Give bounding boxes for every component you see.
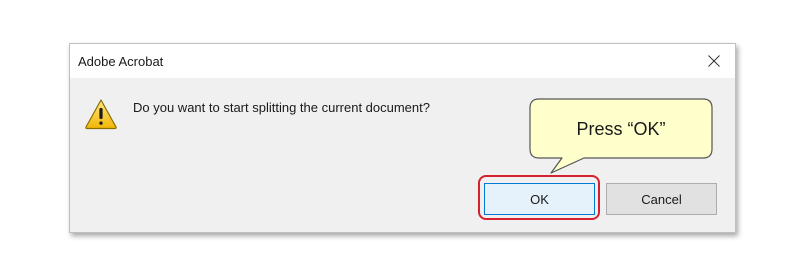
dialog-titlebar: Adobe Acrobat (70, 44, 735, 78)
dialog-message: Do you want to start splitting the curre… (133, 100, 430, 115)
dialog-title: Adobe Acrobat (78, 54, 164, 69)
warning-icon (85, 99, 117, 130)
callout-text: Press “OK” (576, 118, 666, 139)
close-icon (708, 55, 720, 67)
cancel-button[interactable]: Cancel (606, 183, 717, 215)
close-button[interactable] (695, 44, 735, 78)
ok-button[interactable]: OK (484, 183, 595, 215)
